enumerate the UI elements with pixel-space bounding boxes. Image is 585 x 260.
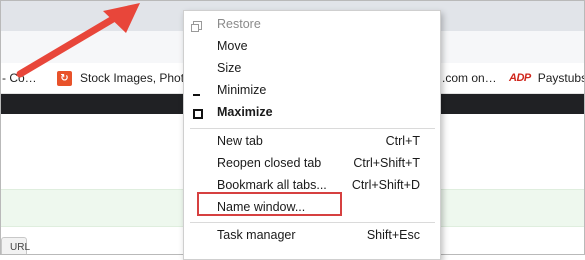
menu-item-maximize[interactable]: Maximize (184, 102, 440, 124)
bookmark-label: .com on… (442, 71, 497, 85)
menu-item-move[interactable]: Move (184, 36, 440, 58)
bookmark-item-paystubs[interactable]: ADP Paystubs (509, 63, 585, 93)
adp-logo-icon: ADP (509, 72, 531, 84)
url-tab[interactable]: URL (1, 237, 30, 254)
minimize-icon (193, 94, 200, 96)
shortcut-label: Ctrl+Shift+D (351, 178, 420, 192)
name-window-highlight-box (197, 192, 342, 216)
window-context-menu: Restore Move Size Minimize Maximize New … (183, 10, 441, 260)
menu-item-task-manager[interactable]: Task manager Shift+Esc (184, 225, 440, 247)
menu-item-minimize[interactable]: Minimize (184, 80, 440, 102)
bookmark-label: Paystubs (537, 71, 585, 85)
menu-item-new-tab[interactable]: New tab Ctrl+T (184, 131, 440, 153)
maximize-icon (193, 109, 203, 119)
restore-icon (191, 21, 202, 32)
annotation-arrow (16, 3, 140, 78)
menu-separator (190, 128, 435, 129)
menu-item-restore: Restore (184, 14, 440, 36)
menu-separator (190, 222, 435, 223)
shortcut-label: Ctrl+T (385, 134, 420, 148)
menu-item-reopen-closed-tab[interactable]: Reopen closed tab Ctrl+Shift+T (184, 153, 440, 175)
bookmark-item-com[interactable]: .com on… (442, 63, 497, 93)
shortcut-label: Ctrl+Shift+T (353, 156, 420, 170)
shortcut-label: Shift+Esc (366, 228, 420, 242)
menu-item-size[interactable]: Size (184, 58, 440, 80)
